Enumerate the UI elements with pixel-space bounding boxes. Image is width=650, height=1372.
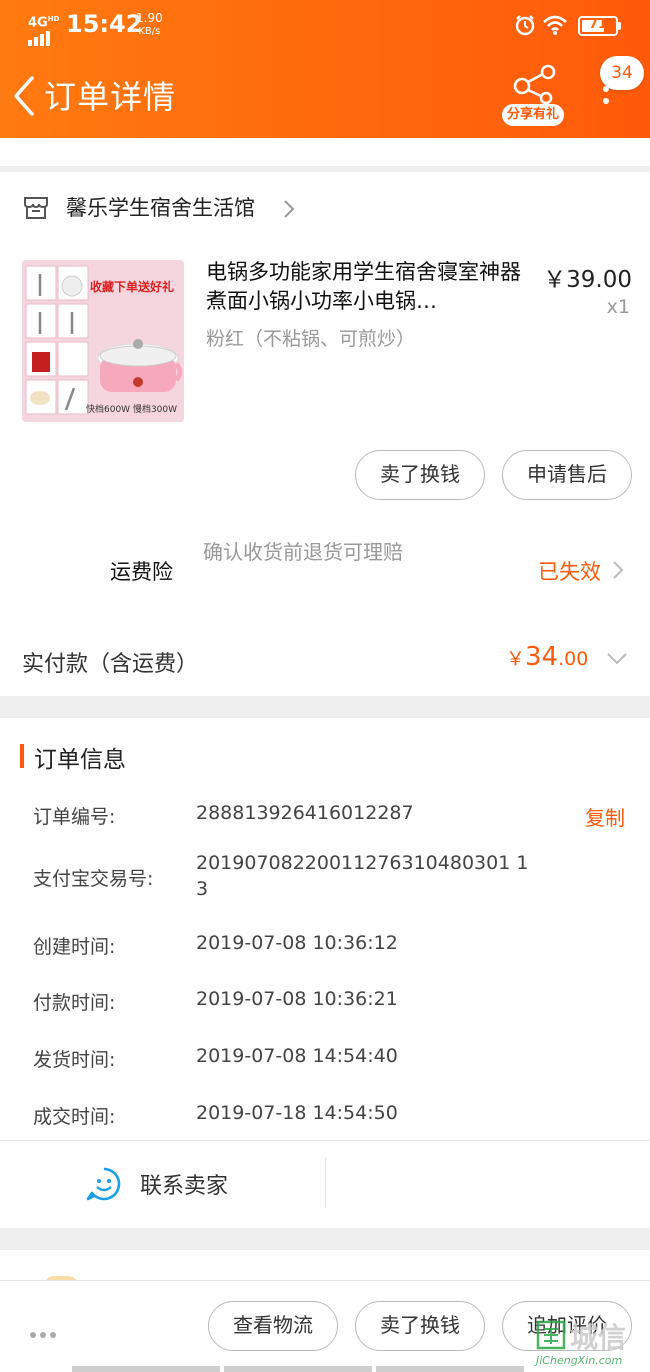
payment-amount-int: 34 xyxy=(525,642,559,672)
watermark-url: JiChengXin.com xyxy=(536,1354,623,1367)
network-type: 4G xyxy=(28,15,48,31)
watermark-text: 城信 xyxy=(570,1321,627,1354)
chat-bubble-icon xyxy=(86,1167,121,1201)
alipay-trade-label: 支付宝交易号: xyxy=(33,868,154,890)
paid-time-value: 2019-07-08 10:36:21 xyxy=(196,988,398,1010)
created-time-value: 2019-07-08 10:36:12 xyxy=(196,932,398,954)
divider xyxy=(325,1158,326,1208)
more-menu-icon[interactable] xyxy=(596,86,616,114)
page-title: 订单详情 xyxy=(44,78,177,116)
network-speed-unit: KB/s xyxy=(138,26,161,37)
order-item-card: 馨乐学生宿舍生活馆 收藏下单送好礼 快档600W 慢档300W 电锅多功能家用学… xyxy=(0,172,650,696)
section-accent-bar xyxy=(20,744,24,768)
created-time-label: 创建时间: xyxy=(33,936,116,958)
share-icon xyxy=(513,64,556,104)
product-image[interactable]: 收藏下单送好礼 快档600W 慢档300W xyxy=(22,260,184,422)
section-title: 订单信息 xyxy=(34,747,126,773)
insurance-label: 运费险 xyxy=(110,560,173,584)
more-actions-icon[interactable] xyxy=(30,1323,60,1338)
after-sale-button[interactable]: 申请售后 xyxy=(502,450,632,500)
completed-time-value: 2019-07-18 14:54:50 xyxy=(196,1102,398,1124)
watermark-logo-icon xyxy=(536,1320,566,1350)
product-price: ￥39.00 xyxy=(543,267,632,293)
nav-indicator xyxy=(72,1366,220,1372)
shop-icon xyxy=(24,197,48,219)
payment-currency: ￥ xyxy=(506,648,526,670)
share-button[interactable]: 分享有礼 xyxy=(500,64,566,126)
sell-exchange-button[interactable]: 卖了换钱 xyxy=(355,1301,485,1351)
paid-time-label: 付款时间: xyxy=(33,992,116,1014)
payment-label: 实付款（含运费） xyxy=(22,652,199,677)
insurance-description: 确认收货前退货可理赔 xyxy=(203,540,403,564)
top-strip xyxy=(0,138,650,166)
share-label: 分享有礼 xyxy=(502,104,564,126)
contact-seller-button[interactable]: 联系卖家 xyxy=(0,1140,326,1226)
insurance-status[interactable]: 已失效 xyxy=(538,556,601,586)
wifi-icon xyxy=(543,15,567,35)
contact-seller-label: 联系卖家 xyxy=(140,1174,229,1199)
shop-row[interactable]: 馨乐学生宿舍生活馆 xyxy=(0,172,650,246)
chevron-right-icon xyxy=(284,200,295,218)
product-quantity: x1 xyxy=(606,296,630,318)
order-number-value: 288813926416012287 xyxy=(196,802,414,824)
cellular-signal-icon: 4GHD xyxy=(28,12,60,47)
shipped-time-value: 2019-07-08 14:54:40 xyxy=(196,1045,398,1067)
order-info-card: 订单信息 订单编号: 288813926416012287 复制 支付宝交易号:… xyxy=(0,718,650,1228)
chevron-right-icon[interactable] xyxy=(612,560,624,580)
shipped-time-label: 发货时间: xyxy=(33,1049,116,1071)
nav-indicator xyxy=(376,1366,524,1372)
network-sub: HD xyxy=(47,15,60,23)
status-bar: 4GHD 15:42 1.90 KB/s 71 xyxy=(0,0,650,50)
copy-button[interactable]: 复制 xyxy=(585,802,625,831)
alarm-icon xyxy=(515,15,535,36)
product-image-power: 快档600W 慢档300W xyxy=(86,405,178,415)
battery-level: 71 xyxy=(588,17,608,32)
view-logistics-button[interactable]: 查看物流 xyxy=(208,1301,338,1351)
completed-time-label: 成交时间: xyxy=(33,1106,116,1128)
app-header: 4GHD 15:42 1.90 KB/s 71 订单详情 分享有礼 34 xyxy=(0,0,650,138)
network-speed: 1.90 KB/s xyxy=(136,12,163,38)
payment-amount: ￥34.00 xyxy=(506,642,588,672)
alipay-trade-value: 20190708220011276310480301 13 xyxy=(196,852,529,900)
message-count-badge[interactable]: 34 xyxy=(600,56,644,90)
payment-amount-dec: .00 xyxy=(558,648,589,670)
network-speed-value: 1.90 xyxy=(136,11,163,25)
sell-exchange-button[interactable]: 卖了换钱 xyxy=(355,450,485,500)
chevron-down-icon[interactable] xyxy=(606,652,628,666)
product-image-banner: 收藏下单送好礼 xyxy=(90,280,175,294)
site-watermark: 城信 JiChengXin.com xyxy=(532,1316,650,1372)
order-number-label: 订单编号: xyxy=(33,806,116,828)
product-title[interactable]: 电锅多功能家用学生宿舍寝室神器煮面小锅小功率小电锅… xyxy=(206,258,522,316)
back-arrow-icon[interactable] xyxy=(10,74,38,118)
product-sku: 粉红（不粘锅、可煎炒） xyxy=(206,328,416,350)
next-card-partial xyxy=(0,1250,650,1286)
shop-name: 馨乐学生宿舍生活馆 xyxy=(66,196,255,220)
battery-icon: 71 xyxy=(578,16,621,36)
clock: 15:42 xyxy=(66,10,143,38)
nav-indicator xyxy=(224,1366,372,1372)
